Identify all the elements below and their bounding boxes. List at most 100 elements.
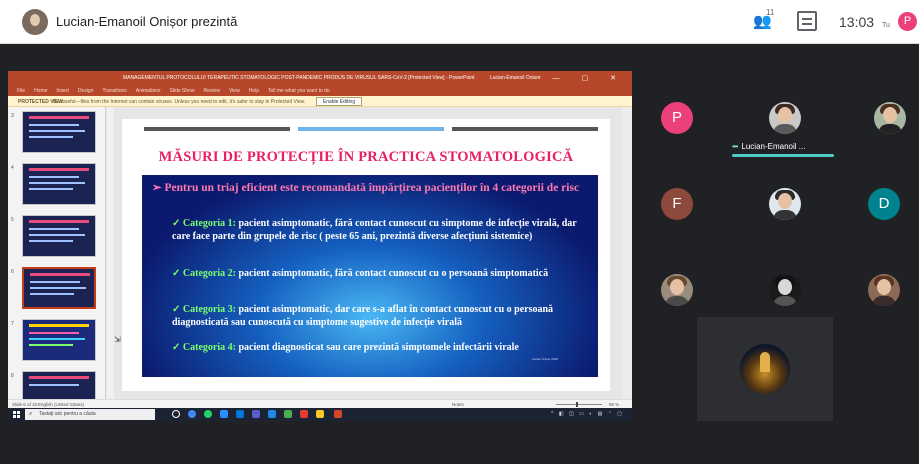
- status-language: English (United States): [38, 402, 85, 407]
- presenter-avatar: [22, 9, 48, 35]
- slide-thumbnail-selected[interactable]: [22, 267, 96, 309]
- ribbon-tab[interactable]: Help: [249, 88, 259, 94]
- whatsapp-icon[interactable]: [204, 410, 212, 418]
- ribbon-tab[interactable]: Tell me what you want to do: [268, 88, 330, 94]
- participant-tile-speaking[interactable]: [756, 89, 814, 147]
- ribbon-tab[interactable]: Slide Show: [170, 88, 195, 94]
- ppt-body: 3 4 5 6 7 8 ⇲ MĂSURI DE PROTECȚIE ÎN PRA…: [8, 107, 632, 399]
- participant-tile[interactable]: F: [648, 175, 706, 233]
- check-icon: ✓: [172, 304, 181, 315]
- slide-scrollbar[interactable]: [622, 107, 632, 399]
- powerpoint-icon[interactable]: [334, 410, 342, 418]
- category-text: pacient asimptomatic, fără contact cunos…: [238, 268, 549, 279]
- speaking-participant-name: Lucian-Emanoil ...: [741, 142, 806, 151]
- ppt-titlebar: MANAGEMENTUL PROTOCOLULUI TERAPEUTIC STO…: [8, 71, 632, 85]
- task-view-icon[interactable]: [172, 410, 180, 418]
- system-tray[interactable]: ^ ◧ ◫ ▭ ◐ ▤ ⌃ ▢: [551, 411, 624, 417]
- ribbon-tab[interactable]: File: [17, 88, 25, 94]
- slide-intro: ➢ Pentru un triaj eficient este recomand…: [152, 182, 580, 194]
- protected-view-text: Be careful—files from the Internet can c…: [53, 99, 306, 105]
- notes-button[interactable]: Notes: [452, 402, 464, 407]
- edge-icon[interactable]: [236, 410, 244, 418]
- slide-footer: Lucian Onișor 2020: [531, 357, 558, 361]
- taskbar-search-placeholder: Tastați aici pentru a căuta: [39, 411, 96, 417]
- thumb-number: 4: [11, 165, 14, 171]
- participant-photo: [740, 344, 790, 394]
- thumb-number: 3: [11, 113, 14, 119]
- participant-tile[interactable]: [756, 261, 814, 319]
- search-icon: ⌕: [29, 411, 33, 417]
- ppt-document-title: MANAGEMENTUL PROTOCOLULUI TERAPEUTIC STO…: [123, 75, 475, 81]
- risk-category-item: ✓ Categoria 2: pacient asimptomatic, făr…: [172, 267, 590, 280]
- participant-tile-large[interactable]: [697, 317, 833, 421]
- slide-thumbnail[interactable]: [22, 163, 96, 205]
- ribbon-tab[interactable]: View: [229, 88, 240, 94]
- slide: MĂSURI DE PROTECȚIE ÎN PRACTICA STOMATOL…: [122, 119, 610, 391]
- slide-thumbnail[interactable]: [22, 111, 96, 153]
- ribbon-tab[interactable]: Review: [204, 88, 220, 94]
- ribbon-tab[interactable]: Transitions: [103, 88, 127, 94]
- check-icon: ✓: [172, 218, 181, 229]
- speaking-indicator-bar: [732, 154, 834, 157]
- ribbon-tab[interactable]: Animations: [136, 88, 161, 94]
- thumb-number: 5: [11, 217, 14, 223]
- participant-tile[interactable]: [648, 261, 706, 319]
- ppt-user: Lucian-Emanoil Onisor: [490, 75, 541, 81]
- slide-thumbnail[interactable]: [22, 215, 96, 257]
- meet-top-bar: Lucian-Emanoil Onișor prezintă 👥 11 13:0…: [0, 0, 919, 44]
- taskbar-search-input[interactable]: ⌕ Tastați aici pentru a căuta: [25, 409, 155, 420]
- ppt-ribbon-tabs: File Home Insert Design Transitions Animation…: [8, 85, 632, 96]
- windows-taskbar: ⌕ Tastați aici pentru a căuta ^ ◧ ◫ ▭ ◐ …: [8, 408, 632, 421]
- status-slide-number: Slide 6 of 15: [12, 402, 38, 407]
- chat-icon[interactable]: [797, 11, 817, 31]
- protected-view-bar: PROTECTED VIEW Be careful—files from the…: [8, 96, 632, 107]
- risk-category-item: ✓ Categoria 1: pacient asimptomatic, făr…: [172, 217, 590, 243]
- participant-avatar: F: [661, 188, 693, 220]
- ribbon-tab[interactable]: Home: [34, 88, 47, 94]
- participant-tile[interactable]: [756, 175, 814, 233]
- participant-avatar: D: [868, 188, 900, 220]
- shared-screen-powerpoint: MANAGEMENTUL PROTOCOLULUI TERAPEUTIC STO…: [8, 71, 632, 421]
- risk-category-item: ✓ Categoria 3: pacient asimptomatic, dar…: [172, 303, 590, 329]
- thumb-number: 8: [11, 373, 14, 379]
- self-avatar[interactable]: P: [898, 12, 917, 31]
- zoom-slider[interactable]: [556, 402, 602, 407]
- clock: 13:03: [839, 14, 875, 30]
- participants-panel: P ••• Lucian-Emanoil ... F D: [632, 71, 919, 421]
- app-icon[interactable]: [284, 410, 292, 418]
- ribbon-tab[interactable]: Insert: [56, 88, 69, 94]
- windows-start-icon[interactable]: [13, 411, 20, 418]
- outlook-icon[interactable]: [268, 410, 276, 418]
- participant-tile[interactable]: [855, 261, 913, 319]
- chrome-icon[interactable]: [188, 410, 196, 418]
- file-explorer-icon[interactable]: [316, 410, 324, 418]
- participant-photo: [769, 102, 801, 134]
- slide-thumbnail[interactable]: [22, 319, 96, 361]
- participant-tile[interactable]: D: [855, 175, 913, 233]
- ribbon-tab[interactable]: Design: [78, 88, 94, 94]
- category-label: Categoria 4:: [182, 342, 236, 353]
- screen: Lucian-Emanoil Onișor prezintă 👥 11 13:0…: [0, 0, 919, 464]
- slide-deco-bar: [144, 127, 290, 131]
- enable-editing-button[interactable]: Enable Editing: [316, 97, 362, 106]
- teams-icon[interactable]: [252, 410, 260, 418]
- app-icon[interactable]: [300, 410, 308, 418]
- participants-count: 11: [766, 8, 775, 17]
- participant-tile[interactable]: [861, 89, 919, 147]
- participant-avatar: P: [661, 102, 693, 134]
- participant-tile[interactable]: P: [648, 89, 706, 147]
- presenter-title: Lucian-Emanoil Onișor prezintă: [56, 14, 238, 29]
- slide-deco-bar: [452, 127, 598, 131]
- participant-photo: [769, 274, 801, 306]
- slide-content-box: ➢ Pentru un triaj eficient este recomand…: [142, 175, 598, 377]
- window-controls[interactable]: — ▢ ✕: [553, 74, 626, 82]
- risk-category-item: ✓ Categoria 4: pacient diagnosticat sau …: [172, 341, 590, 354]
- check-icon: ✓: [172, 268, 181, 279]
- slide-thumbnail[interactable]: [22, 371, 96, 399]
- thumbnails-scrollbar[interactable]: [107, 107, 114, 399]
- zoom-level[interactable]: 95 %: [609, 402, 619, 407]
- thumb-number: 7: [11, 321, 14, 327]
- self-label: Tu: [882, 22, 890, 29]
- zoom-icon[interactable]: [220, 410, 228, 418]
- participants-button[interactable]: 👥 11: [753, 8, 779, 34]
